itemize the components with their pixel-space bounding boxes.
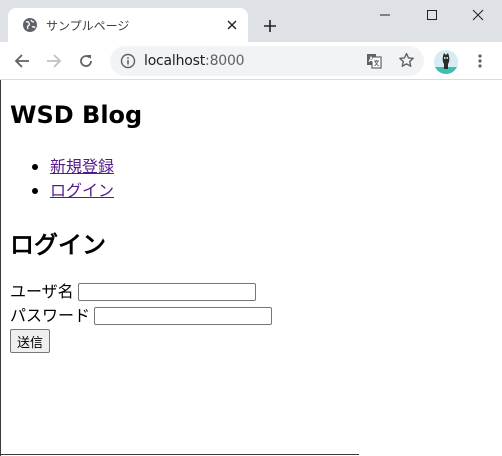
address-bar[interactable]: localhost:8000 (110, 46, 424, 76)
url-text: localhost:8000 (144, 53, 245, 69)
star-icon[interactable] (398, 52, 415, 73)
password-input[interactable] (94, 307, 273, 325)
globe-icon (22, 17, 38, 33)
avatar[interactable] (434, 50, 458, 74)
username-label: ユーザ名 (10, 282, 74, 301)
plus-icon[interactable] (258, 14, 282, 38)
minimize-icon[interactable] (362, 0, 408, 30)
menu-dots-icon[interactable] (466, 47, 494, 75)
info-icon[interactable] (120, 53, 136, 73)
forward-arrow-icon[interactable] (40, 47, 68, 75)
url-port: :8000 (205, 53, 245, 69)
login-link[interactable]: ログイン (50, 181, 114, 200)
nav-item-login: ログイン (1, 179, 114, 203)
maximize-icon[interactable] (409, 0, 455, 30)
window-close-icon[interactable] (455, 0, 501, 30)
tab-title: サンプルページ (46, 18, 130, 33)
username-input[interactable] (77, 283, 256, 301)
password-row: パスワード (10, 304, 273, 328)
nav-item-register: 新規登録 (1, 155, 114, 179)
register-link[interactable]: 新規登録 (50, 157, 114, 176)
url-host: localhost (144, 53, 206, 69)
browser-tab[interactable]: サンプルページ (8, 8, 248, 42)
username-row: ユーザ名 (10, 280, 256, 304)
translate-icon[interactable] (366, 53, 382, 73)
submit-button[interactable]: 送信 (10, 329, 51, 353)
nav-list: 新規登録 ログイン (1, 155, 114, 203)
close-icon[interactable] (222, 15, 242, 35)
divider (1, 454, 359, 455)
reload-icon[interactable] (72, 47, 100, 75)
browser-toolbar: localhost:8000 (0, 42, 502, 80)
back-arrow-icon[interactable] (8, 47, 36, 75)
tab-strip: サンプルページ (0, 0, 502, 42)
page-title: WSD Blog (10, 101, 143, 129)
section-title: ログイン (10, 231, 106, 259)
page-content: WSD Blog 新規登録 ログイン ログイン ユーザ名 パスワード 送信 (0, 80, 502, 456)
password-label: パスワード (10, 306, 91, 325)
